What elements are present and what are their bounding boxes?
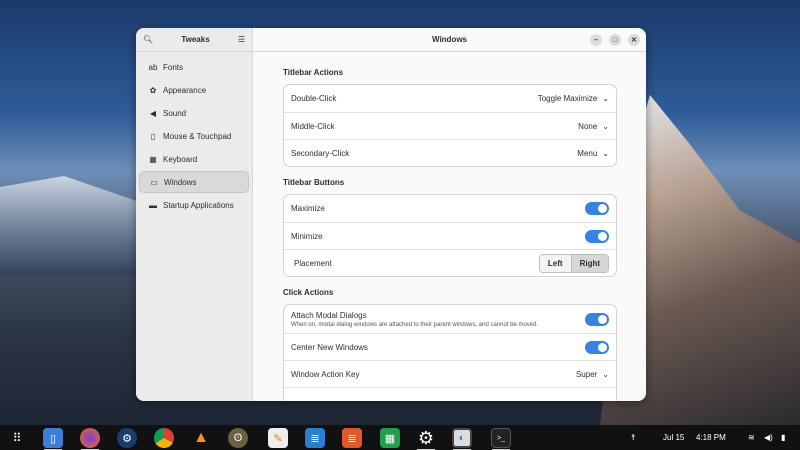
placement-segmented: Left Right	[538, 253, 609, 273]
row-label: Center New Windows	[291, 342, 368, 352]
chevron-down-icon: ⌄	[602, 121, 609, 131]
sidebar-item-sound[interactable]: ◀ Sound	[139, 102, 249, 124]
row-description: When on, modal dialog windows are attach…	[291, 321, 539, 328]
fonts-icon: ab	[148, 62, 158, 72]
speaker-icon: ◀	[149, 108, 157, 118]
search-icon[interactable]: 🔍︎	[143, 35, 153, 44]
chevron-down-icon: ⌄	[602, 94, 609, 103]
settings-app-icon[interactable]: ⚙	[416, 428, 436, 448]
sidebar-item-fonts[interactable]: ab Fonts	[139, 56, 249, 78]
dropdown-value: Super	[575, 369, 598, 379]
maximize-toggle[interactable]	[585, 202, 609, 215]
middle-click-row[interactable]: Middle-Click None ⌄	[284, 112, 616, 139]
folder-icon: ▬	[149, 200, 157, 210]
sidebar-item-keyboard[interactable]: ▦ Keyboard	[139, 148, 249, 170]
maximize-row: Maximize	[284, 195, 616, 222]
page-title: Windows	[431, 35, 468, 44]
close-button[interactable]: ✕	[628, 34, 640, 46]
battery-icon[interactable]: ▮	[781, 433, 785, 442]
row-label: Window Action Key	[291, 369, 360, 379]
firefox-app-icon[interactable]	[80, 428, 100, 448]
minimize-button[interactable]: –	[590, 34, 602, 46]
settings-content: Titlebar Actions Double-Click Toggle Maxi…	[283, 52, 617, 401]
impress-app-icon[interactable]: ≣	[342, 428, 362, 448]
dropdown-value: Toggle Maximize	[537, 94, 598, 103]
volume-icon[interactable]: ◀)	[764, 433, 773, 442]
terminal-app-icon[interactable]: >_	[491, 428, 511, 448]
row-label: Attach Modal Dialogs	[291, 310, 367, 320]
section-title: Titlebar Actions	[283, 68, 344, 77]
vlc-app-icon[interactable]: ▲	[191, 428, 211, 448]
row-label: Maximize	[291, 204, 325, 213]
sidebar-header: 🔍︎ Tweaks ☰	[136, 28, 252, 52]
placement-row: Placement Left Right	[284, 249, 616, 276]
sidebar-item-appearance[interactable]: ✿ Appearance	[139, 79, 249, 101]
header-bar: Windows – □ ✕	[253, 28, 646, 52]
taskbar: ⠿ ▯ ⚙ ▲ ʘ ✎ ≣ ≣ ▦ ⚙ ◐ >_ ☨ Jul 15 4:18 P…	[0, 425, 800, 450]
sidebar: 🔍︎ Tweaks ☰ ab Fonts ✿ Appearance ◀ Sound ▯…	[136, 28, 253, 401]
sidebar-item-mouse[interactable]: ▯ Mouse & Touchpad	[139, 125, 249, 147]
titlebar-buttons-card: Maximize Minimize Placement Left Right	[283, 194, 617, 277]
sidebar-item-windows[interactable]: ▭ Windows	[139, 171, 249, 193]
section-title: Click Actions	[283, 288, 334, 297]
monitor-icon: ▭	[150, 177, 158, 187]
mouse-icon: ▯	[150, 131, 156, 141]
more-row	[284, 387, 616, 401]
appearance-icon: ✿	[149, 85, 157, 95]
center-windows-row: Center New Windows	[284, 333, 616, 360]
menu-icon[interactable]: ☰	[238, 35, 245, 44]
maximize-button[interactable]: □	[609, 34, 621, 46]
sidebar-item-label: Windows	[164, 177, 197, 187]
row-label: Double-Click	[291, 94, 337, 103]
row-label: Placement	[294, 258, 332, 268]
files-app-icon[interactable]: ▯	[43, 428, 63, 448]
gimp-app-icon[interactable]: ʘ	[228, 428, 248, 448]
row-label: Secondary-Click	[291, 148, 350, 158]
calc-app-icon[interactable]: ▦	[380, 428, 400, 448]
text-editor-app-icon[interactable]: ✎	[268, 428, 288, 448]
chevron-down-icon: ⌄	[602, 369, 609, 379]
date[interactable]: Jul 15	[663, 433, 684, 442]
attach-modal-row: Attach Modal Dialogs When on, modal dialo…	[284, 305, 616, 333]
main-pane: Windows – □ ✕ Titlebar Actions Double-Cl…	[253, 28, 646, 401]
minimize-toggle[interactable]	[585, 229, 609, 243]
section-title: Titlebar Buttons	[283, 178, 345, 187]
window-action-key-row[interactable]: Window Action Key Super ⌄	[284, 360, 616, 387]
titlebar-actions-card: Double-Click Toggle Maximize ⌄ Middle-Clic…	[283, 84, 617, 167]
chevron-down-icon: ⌄	[602, 148, 609, 158]
app-title: Tweaks	[181, 35, 210, 44]
sidebar-item-label: Sound	[163, 108, 187, 118]
tweaks-app-icon[interactable]: ◐	[452, 428, 472, 448]
attach-modal-toggle[interactable]	[585, 312, 609, 326]
row-label: Middle-Click	[291, 121, 335, 131]
clock[interactable]: 4:18 PM	[696, 433, 726, 442]
row-label: Minimize	[291, 231, 323, 241]
chrome-app-icon[interactable]	[154, 428, 174, 448]
sidebar-item-label: Startup Applications	[163, 200, 234, 210]
dropdown-value: Menu	[577, 148, 598, 158]
center-windows-toggle[interactable]	[585, 340, 609, 354]
sidebar-item-label: Mouse & Touchpad	[163, 131, 232, 141]
placement-right-button[interactable]: Right	[570, 254, 608, 272]
sidebar-item-label: Keyboard	[163, 154, 198, 164]
secondary-click-row[interactable]: Secondary-Click Menu ⌄	[284, 139, 616, 166]
double-click-row[interactable]: Double-Click Toggle Maximize ⌄	[284, 85, 616, 112]
tweaks-window: 🔍︎ Tweaks ☰ ab Fonts ✿ Appearance ◀ Sound ▯…	[136, 28, 646, 401]
accessibility-icon[interactable]: ☨	[631, 433, 635, 442]
sidebar-item-label: Appearance	[163, 85, 207, 95]
minimize-row: Minimize	[284, 222, 616, 249]
sidebar-item-startup[interactable]: ▬ Startup Applications	[139, 194, 249, 216]
app-grid-icon[interactable]: ⠿	[7, 428, 27, 448]
click-actions-card: Attach Modal Dialogs When on, modal dialo…	[283, 304, 617, 401]
sidebar-item-label: Fonts	[163, 62, 184, 72]
steam-app-icon[interactable]: ⚙	[117, 428, 137, 448]
keyboard-icon: ▦	[149, 154, 157, 164]
placement-left-button[interactable]: Left	[539, 254, 571, 272]
dropdown-value: None	[578, 121, 598, 131]
wifi-icon[interactable]: ≋	[748, 433, 755, 442]
writer-app-icon[interactable]: ≣	[305, 428, 325, 448]
